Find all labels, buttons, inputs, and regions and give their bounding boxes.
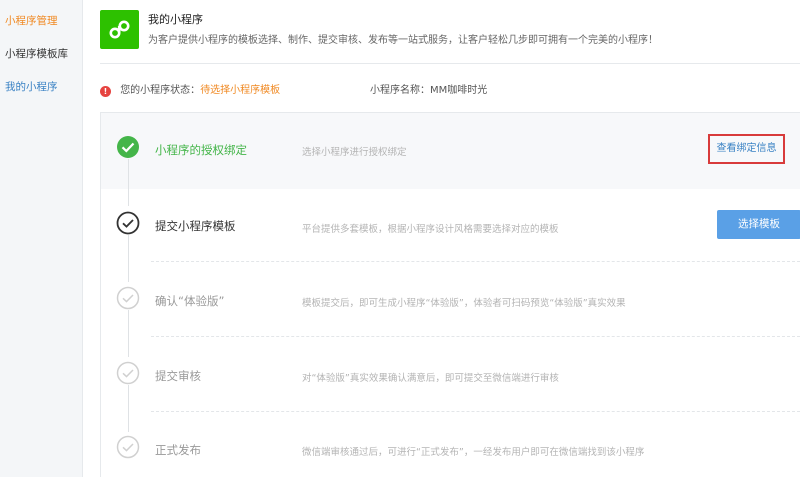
step-title: 小程序的授权绑定 [155, 143, 247, 157]
status-row: ! 您的小程序状态：待选择小程序模板 [100, 81, 280, 97]
check-pending-icon [116, 361, 140, 385]
step-submit-template: 提交小程序模板 平台提供多套模板，根据小程序设计风格需要选择对应的模板 [101, 188, 800, 263]
check-current-icon [116, 211, 140, 235]
name-label: 小程序名称： [370, 85, 430, 96]
view-binding-info-button[interactable]: 查看绑定信息 [708, 134, 785, 164]
sidebar: 小程序管理 小程序模板库 我的小程序 [0, 0, 83, 477]
step-title: 提交小程序模板 [155, 219, 236, 233]
step-authorization: 小程序的授权绑定 选择小程序进行授权绑定 查看绑定信息 [101, 113, 800, 188]
check-pending-icon [116, 435, 140, 459]
step-divider [151, 336, 800, 337]
miniprogram-name: 小程序名称：MM咖啡时光 [370, 81, 487, 96]
check-done-icon [116, 135, 140, 159]
step-divider [151, 411, 800, 412]
name-value: MM咖啡时光 [430, 85, 488, 96]
step-title: 提交审核 [155, 369, 201, 383]
step-description: 平台提供多套模板，根据小程序设计风格需要选择对应的模板 [302, 224, 559, 235]
warning-icon: ! [100, 86, 111, 97]
main-content: 我的小程序 为客户提供小程序的模板选择、制作、提交审核、发布等一站式服务，让客户… [83, 0, 800, 477]
step-title: 确认“体验版” [155, 294, 225, 308]
sidebar-item-miniprogram-management[interactable]: 小程序管理 [5, 13, 58, 28]
page-description: 为客户提供小程序的模板选择、制作、提交审核、发布等一站式服务，让客户轻松几步即可… [148, 35, 658, 46]
step-confirm-trial: 确认“体验版” 模板提交后，即可生成小程序“体验版”，体验者可扫码预览“体验版”… [101, 263, 800, 338]
check-pending-icon [116, 286, 140, 310]
sidebar-item-template-library[interactable]: 小程序模板库 [5, 46, 68, 61]
steps-panel: 小程序的授权绑定 选择小程序进行授权绑定 查看绑定信息 提交小程序模板 平台提供… [100, 112, 800, 477]
step-description: 选择小程序进行授权绑定 [302, 147, 407, 158]
step-submit-review: 提交审核 对“体验版”真实效果确认满意后，即可提交至微信端进行审核 [101, 338, 800, 413]
choose-template-button[interactable]: 选择模板 [717, 210, 800, 239]
step-title: 正式发布 [155, 443, 201, 457]
step-description: 微信端审核通过后，可进行“正式发布”，一经发布用户即可在微信端找到该小程序 [302, 447, 645, 458]
step-description: 对“体验版”真实效果确认满意后，即可提交至微信端进行审核 [302, 373, 559, 384]
sidebar-item-my-miniprogram[interactable]: 我的小程序 [5, 79, 58, 94]
status-value: 待选择小程序模板 [200, 85, 281, 96]
page-title: 我的小程序 [148, 13, 203, 26]
step-description: 模板提交后，即可生成小程序“体验版”，体验者可扫码预览“体验版”真实效果 [302, 298, 626, 309]
divider [100, 63, 800, 64]
miniprogram-logo-icon [100, 10, 139, 49]
step-divider [151, 261, 800, 262]
status-label: 您的小程序状态： [120, 85, 201, 96]
